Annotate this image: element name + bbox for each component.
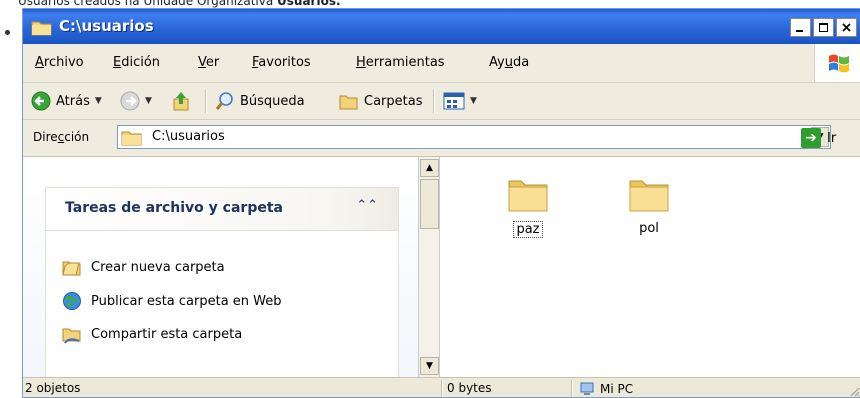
scroll-thumb[interactable] — [420, 179, 439, 229]
go-button[interactable]: ➔ Ir — [801, 128, 836, 148]
task-share-folder[interactable]: Compartir esta carpeta — [62, 324, 242, 344]
file-folder-tasks-panel: Tareas de archivo y carpeta ⌃⌃ Crear nue… — [45, 187, 399, 379]
explorer-window: C:\usuarios Archivo Edición Ver Favorito… — [22, 8, 860, 398]
resize-grip-icon[interactable] — [848, 385, 860, 397]
menu-ver[interactable]: Ver — [198, 55, 219, 71]
forward-dropdown-icon[interactable]: ▼ — [145, 96, 152, 106]
address-label: Dirección — [33, 130, 90, 144]
task-label: Publicar esta carpeta en Web — [91, 293, 282, 309]
page-caption: Usuarios creados na Unidade Organizativa… — [18, 0, 341, 8]
folders-label: Carpetas — [364, 93, 423, 109]
status-divider — [571, 380, 573, 397]
menu-herramientas[interactable]: Herramientas — [356, 55, 445, 71]
status-bar: 2 objetos 0 bytes Mi PC — [23, 377, 860, 397]
back-arrow-icon — [31, 91, 51, 111]
new-folder-icon — [62, 261, 81, 276]
folders-button[interactable]: Carpetas — [339, 83, 422, 119]
standard-toolbar: Atrás ▼ ▼ Búsqueda Carpetas ▼ — [23, 83, 860, 120]
forward-button[interactable]: ▼ — [120, 83, 152, 119]
toolbar-separator — [433, 89, 435, 113]
forward-arrow-icon — [120, 91, 140, 111]
status-location: Mi PC — [579, 381, 633, 397]
address-input[interactable]: C:\usuarios ▼ — [117, 125, 831, 149]
scroll-up-button[interactable]: ▲ — [420, 159, 439, 177]
close-icon — [842, 23, 851, 32]
window-title: C:\usuarios — [59, 17, 154, 35]
title-bar[interactable]: C:\usuarios — [23, 9, 860, 44]
menu-favoritos[interactable]: Favoritos — [252, 55, 311, 71]
menu-bar: Archivo Edición Ver Favoritos Herramient… — [23, 44, 860, 83]
close-button[interactable] — [836, 18, 857, 37]
folder-icon — [508, 180, 548, 212]
address-bar: Dirección C:\usuarios ▼ ➔ Ir — [23, 120, 860, 157]
folder-icon — [629, 180, 669, 212]
web-publish-icon — [63, 292, 81, 310]
views-dropdown-icon[interactable]: ▼ — [470, 96, 477, 106]
menu-ayuda[interactable]: Ayuda — [489, 55, 529, 71]
menu-archivo[interactable]: Archivo — [35, 55, 84, 71]
scroll-down-button[interactable]: ▼ — [420, 357, 439, 375]
search-icon — [215, 92, 233, 110]
task-panel-header[interactable]: Tareas de archivo y carpeta ⌃⌃ — [46, 188, 398, 231]
bullet-icon — [5, 30, 10, 35]
folders-icon — [339, 95, 358, 110]
menu-edicion[interactable]: Edición — [113, 55, 160, 71]
double-chevron-up-icon[interactable]: ⌃⌃ — [356, 198, 378, 213]
file-list: paz pol — [440, 157, 860, 377]
maximize-button[interactable] — [813, 18, 834, 37]
folder-item-paz[interactable]: paz — [488, 173, 568, 238]
task-panel-title: Tareas de archivo y carpeta — [65, 200, 283, 216]
task-label: Compartir esta carpeta — [91, 326, 243, 342]
folder-item-pol[interactable]: pol — [609, 173, 689, 236]
folder-name: pol — [639, 221, 659, 236]
maximize-icon — [819, 23, 828, 32]
address-value: C:\usuarios — [152, 129, 225, 144]
search-label: Búsqueda — [240, 93, 305, 109]
minimize-button[interactable] — [790, 18, 811, 37]
up-folder-icon — [173, 92, 189, 111]
caption-bold: Usuarios. — [277, 0, 341, 8]
views-icon — [443, 92, 465, 110]
toolbar-separator — [205, 89, 207, 113]
status-location-label: Mi PC — [600, 382, 634, 396]
task-label: Crear nueva carpeta — [91, 259, 225, 275]
back-label: Atrás — [56, 93, 90, 109]
vertical-scrollbar[interactable]: ▲ ▼ — [418, 157, 440, 377]
my-computer-icon — [580, 382, 594, 395]
go-arrow-icon: ➔ — [801, 128, 821, 148]
views-button[interactable]: ▼ — [443, 83, 477, 119]
task-create-folder[interactable]: Crear nueva carpeta — [62, 258, 225, 276]
folder-name: paz — [513, 221, 543, 238]
up-folder-button[interactable] — [171, 83, 191, 119]
search-button[interactable]: Búsqueda — [215, 83, 305, 119]
caption-prefix: Usuarios creados na Unidade Organizativa — [18, 0, 278, 8]
task-publish-web[interactable]: Publicar esta carpeta en Web — [62, 291, 282, 311]
address-folder-icon — [121, 129, 143, 150]
share-folder-icon — [62, 328, 81, 344]
folder-icon — [31, 19, 53, 40]
minimize-icon — [796, 30, 803, 32]
task-pane: Tareas de archivo y carpeta ⌃⌃ Crear nue… — [23, 157, 418, 379]
window-controls — [790, 18, 857, 37]
status-divider — [441, 380, 443, 397]
windows-logo-icon — [814, 44, 860, 82]
content-area: Tareas de archivo y carpeta ⌃⌃ Crear nue… — [23, 157, 860, 379]
go-label: Ir — [827, 130, 837, 146]
back-button[interactable]: Atrás ▼ — [31, 83, 102, 119]
back-dropdown-icon[interactable]: ▼ — [95, 96, 102, 106]
